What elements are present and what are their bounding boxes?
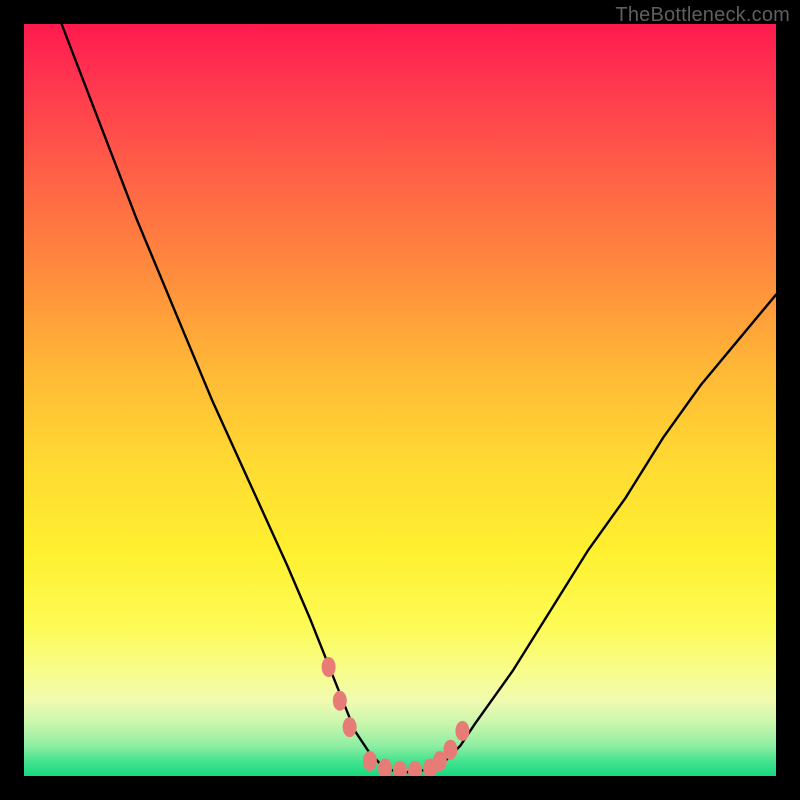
chart-frame: TheBottleneck.com — [0, 0, 800, 800]
marker-group — [322, 657, 470, 776]
curve-marker — [393, 761, 407, 776]
curve-marker — [378, 759, 392, 777]
curve-marker — [443, 740, 457, 760]
watermark-text: TheBottleneck.com — [615, 4, 790, 27]
curve-marker — [408, 761, 422, 776]
curve-layer — [24, 24, 776, 776]
curve-marker — [322, 657, 336, 677]
plot-area — [24, 24, 776, 776]
curve-marker — [343, 717, 357, 737]
bottleneck-curve — [62, 24, 776, 772]
curve-marker — [363, 751, 377, 771]
curve-marker — [455, 721, 469, 741]
curve-marker — [333, 691, 347, 711]
